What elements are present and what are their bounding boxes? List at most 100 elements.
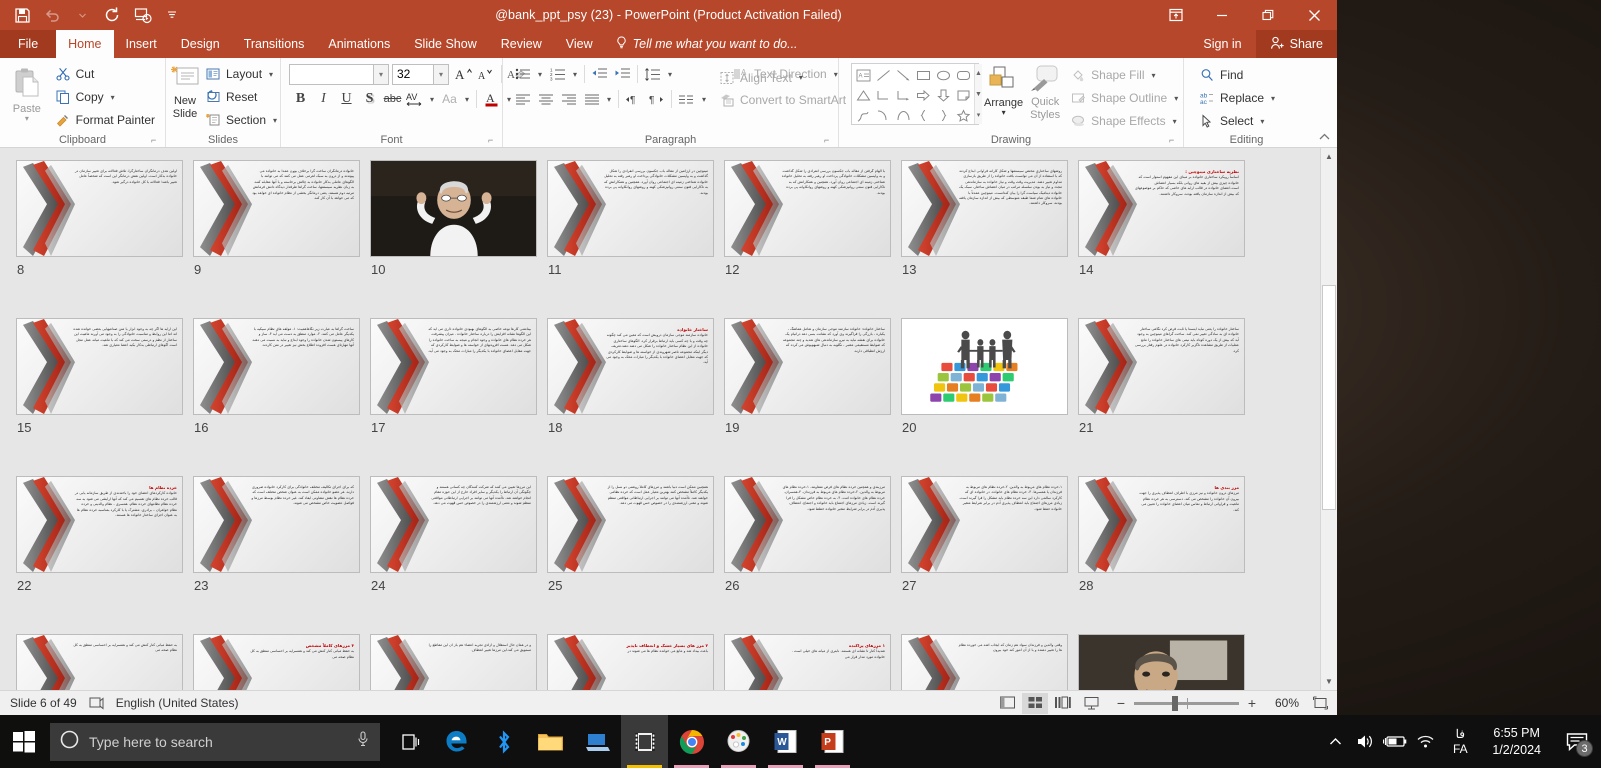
copy-button[interactable]: Copy ▾: [52, 86, 161, 108]
task-view-button[interactable]: [386, 715, 433, 768]
slide-thumbnail[interactable]: و در همان حال استقلال و آزادی تجربه اعضا…: [370, 634, 547, 690]
slide-thumbnail[interactable]: ساختار خانواده را یعنی نباید اینستا یا ث…: [1078, 318, 1255, 435]
shape-outline-button[interactable]: Shape Outline ▾: [1067, 87, 1184, 109]
reading-view-button[interactable]: [1050, 693, 1076, 714]
slide-thumbnail[interactable]: مینوچین در آرژانتین از مقاله باب جکسون ب…: [547, 160, 724, 277]
slide-thumbnail[interactable]: ۲ مرز های بسیار خشک و انعطاف ناپذیرباعث …: [547, 634, 724, 690]
align-right-button[interactable]: [557, 88, 580, 110]
numbering-caret[interactable]: ▾: [569, 63, 581, 85]
align-center-button[interactable]: [534, 88, 557, 110]
slide-thumbnail[interactable]: 10: [370, 160, 547, 277]
layout-dropdown-caret[interactable]: ▾: [269, 70, 273, 79]
shapes-more-button[interactable]: ▾: [975, 105, 982, 124]
slide-thumbnail-image[interactable]: [370, 160, 537, 257]
slide-thumbnail-image[interactable]: بینامتنی کارها نوعه خاصی به الگوهای بهبو…: [370, 318, 537, 415]
slide-thumbnail-image[interactable]: به حفظ مبانی کنار کنش می کند و همسرایه ب…: [16, 634, 183, 690]
undo-icon[interactable]: [38, 2, 66, 28]
slide-thumbnail[interactable]: نظریه ساختاری مینوچین :اساساً رویکرد ساخ…: [1078, 160, 1255, 277]
slide-thumbnail-image[interactable]: روشهای ساختاری مختص سیستمها و شکل کارانه…: [901, 160, 1068, 257]
shape-triangle-icon[interactable]: [853, 85, 873, 105]
italic-button[interactable]: I: [312, 88, 335, 110]
tell-me-search[interactable]: Tell me what you want to do...: [605, 30, 808, 58]
slide-thumbnail[interactable]: 35: [1078, 634, 1255, 690]
sign-in-button[interactable]: Sign in: [1189, 30, 1255, 58]
slide-thumbnail-image[interactable]: ساختار خانوادهخانواده سازمند موجی سازمان…: [547, 318, 714, 415]
character-spacing-button[interactable]: AV: [404, 88, 426, 110]
section-button[interactable]: Section ▾: [202, 109, 283, 131]
shape-fill-caret[interactable]: ▾: [1152, 71, 1156, 80]
slide-thumbnail[interactable]: ۱-خرده نظام های مربوط به والدین. ۲-خرده …: [901, 476, 1078, 593]
shape-fill-button[interactable]: Shape Fill ▾: [1067, 64, 1184, 86]
slide-thumbnail[interactable]: ساختار خانوادهخانواده سازمند موجی سازمان…: [547, 318, 724, 435]
replace-caret[interactable]: ▾: [1271, 94, 1275, 103]
bullets-caret[interactable]: ▾: [534, 63, 546, 85]
slide-thumbnail[interactable]: خرده نظام هاخانواده کارکردهای اعضای خود …: [16, 476, 193, 593]
ribbon-display-options-icon[interactable]: [1153, 0, 1199, 30]
shape-rectangle-icon[interactable]: [913, 65, 933, 85]
shape-folded-corner-icon[interactable]: [953, 85, 973, 105]
slide-thumbnail[interactable]: همچنین ممکن است دنیا باشند و مرزهای کامل…: [547, 476, 724, 593]
increase-font-size-button[interactable]: A: [452, 63, 475, 85]
slide-thumbnail[interactable]: ۱ مرزهای پراکندهشدیداً کنار تا نشانه ای …: [724, 634, 901, 690]
slide-thumbnail-image[interactable]: این ارایه ها اگر چه به وجود ابزار یا متن…: [16, 318, 183, 415]
paint-icon[interactable]: [715, 715, 762, 768]
slide-thumbnail[interactable]: مرز بندی هامرزهای درون خانواده و نیز مرز…: [1078, 476, 1255, 593]
share-button[interactable]: Share: [1256, 30, 1337, 58]
slide-thumbnail-image[interactable]: ۱-خرده نظام های مربوط به والدین. ۲-خرده …: [901, 476, 1068, 573]
justify-caret[interactable]: ▾: [603, 88, 615, 110]
show-hidden-icons-chevron[interactable]: [1320, 715, 1350, 768]
columns-caret[interactable]: ▾: [698, 88, 710, 110]
shape-star-icon[interactable]: [953, 105, 973, 125]
slide-thumbnail-image[interactable]: اولین هدف درمانگران ساختارگرا، تلاش فعال…: [16, 160, 183, 257]
align-left-button[interactable]: [511, 88, 534, 110]
arrange-button[interactable]: Arrange ▾: [984, 63, 1023, 116]
collapse-ribbon-button[interactable]: [1315, 129, 1333, 145]
tab-animations[interactable]: Animations: [316, 30, 402, 58]
slide-thumbnail-image[interactable]: مرز بندی هامرزهای درون خانواده و نیز مرز…: [1078, 476, 1245, 573]
slide-thumbnail-image[interactable]: ساختار خانواده: خانواده سازمند موجی سازم…: [724, 318, 891, 415]
accessibility-icon[interactable]: [85, 691, 108, 716]
shape-left-brace-icon[interactable]: [913, 105, 933, 125]
paragraph-dialog-launcher[interactable]: ⌐: [824, 135, 835, 146]
slide-thumbnail-image[interactable]: [1078, 634, 1245, 690]
shape-outline-caret[interactable]: ▾: [1174, 94, 1178, 103]
underline-button[interactable]: U: [335, 88, 358, 110]
slide-thumbnail-image[interactable]: که برای اجرای تکالیف مختلف خانوادگی برای…: [193, 476, 360, 573]
slide-thumbnail[interactable]: وقتی والدین و فرزندان سواد هم زمان که ای…: [901, 634, 1078, 690]
restore-icon[interactable]: [1245, 0, 1291, 30]
notification-center-button[interactable]: 3: [1553, 715, 1601, 768]
shapes-scroll-up-button[interactable]: ▲: [975, 64, 982, 83]
microsoft-word-icon[interactable]: W: [762, 715, 809, 768]
slide-thumbnail[interactable]: با الهام گرفتن از مقاله باب جکسون بررسی …: [724, 160, 901, 277]
shape-elbow-arrow-icon[interactable]: [893, 85, 913, 105]
shape-effects-caret[interactable]: ▾: [1173, 117, 1177, 126]
slide-thumbnail-image[interactable]: خرده نظام هاخانواده کارکردهای اعضای خود …: [16, 476, 183, 573]
character-spacing-caret[interactable]: ▾: [426, 88, 438, 110]
slide-thumbnail-image[interactable]: با الهام گرفتن از مقاله باب جکسون بررسی …: [724, 160, 891, 257]
shape-down-arrow-icon[interactable]: [933, 85, 953, 105]
slide-thumbnail[interactable]: 20: [901, 318, 1078, 435]
font-name-input[interactable]: [289, 64, 374, 85]
select-button[interactable]: Select ▾: [1196, 110, 1281, 132]
slide-thumbnail-image[interactable]: ۱ مرزهای پراکندهشدیداً کنار تا نشانه ای …: [724, 634, 891, 690]
slide-thumbnail[interactable]: به حفظ مبانی کنار کنش می کند و همسرایه ب…: [16, 634, 193, 690]
shape-line-icon[interactable]: [873, 65, 893, 85]
remote-desktop-icon[interactable]: [574, 715, 621, 768]
slide-thumbnail-image[interactable]: نظریه ساختاری مینوچین :اساساً رویکرد ساخ…: [1078, 160, 1245, 257]
shapes-scroll-down-button[interactable]: ▼: [975, 85, 982, 104]
decrease-font-size-button[interactable]: A: [475, 63, 498, 85]
zoom-slider-thumb[interactable]: [1172, 696, 1178, 711]
slide-thumbnail[interactable]: مرزبندی و همچنین خرده نظام های فرض متفاو…: [724, 476, 901, 593]
font-size-dropdown-caret[interactable]: ▾: [434, 64, 449, 85]
cut-button[interactable]: Cut: [52, 63, 161, 85]
bluetooth-icon[interactable]: [480, 715, 527, 768]
convert-to-smartart-button[interactable]: Convert to SmartArt: [716, 89, 852, 110]
bold-button[interactable]: B: [289, 88, 312, 110]
video-editor-icon[interactable]: [621, 715, 668, 768]
slide-thumbnail-image[interactable]: ساخت گراها به عبارت زیر نگاهاهمیت: ۱- مو…: [193, 318, 360, 415]
slide-thumbnail-image[interactable]: [901, 318, 1068, 415]
slide-thumbnail-image[interactable]: ۲ مرز های بسیار خشک و انعطاف ناپذیرباعث …: [547, 634, 714, 690]
slide-thumbnail-image[interactable]: مرزبندی و همچنین خرده نظام های فرض متفاو…: [724, 476, 891, 573]
slide-thumbnail-image[interactable]: ۳ مرزهای کاملاً مشخصبه حفظ مبانی کنار کن…: [193, 634, 360, 690]
zoom-out-button[interactable]: −: [1114, 695, 1128, 711]
